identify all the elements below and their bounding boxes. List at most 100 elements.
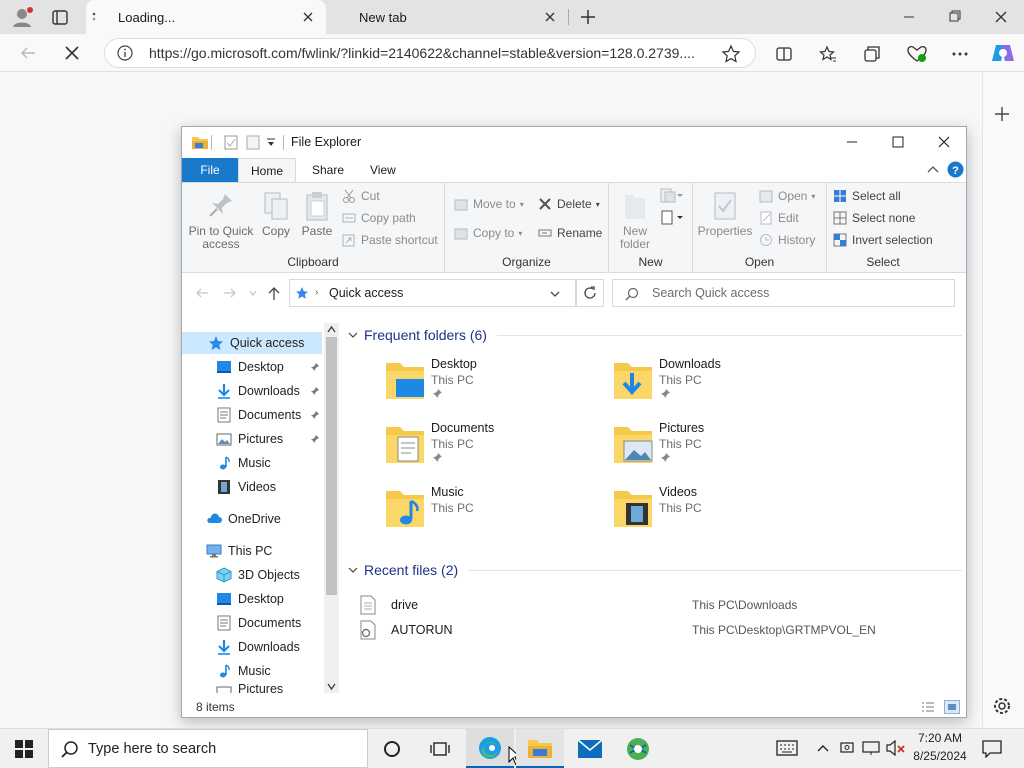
up-arrow-icon[interactable] [266, 285, 282, 301]
clock-date[interactable]: 8/25/2024 [906, 749, 974, 763]
refresh-button[interactable] [576, 279, 604, 307]
nav-qa-pictures[interactable]: Pictures [182, 428, 322, 450]
nav-qa-desktop[interactable]: Desktop [182, 356, 322, 378]
tab-share[interactable]: Share [298, 158, 358, 182]
paste-button[interactable]: Paste [299, 191, 335, 238]
select-all-button[interactable]: Select all [833, 189, 901, 203]
nav-qa-documents[interactable]: Documents [182, 404, 322, 426]
split-screen-icon[interactable] [774, 44, 794, 64]
nav-pc-documents[interactable]: Documents [182, 612, 322, 634]
move-to-button[interactable]: Move to ▾ [454, 197, 524, 211]
nav-pc-downloads[interactable]: Downloads [182, 636, 322, 658]
folder-tile-music[interactable]: Music This PC [384, 483, 604, 539]
cut-button[interactable]: Cut [342, 189, 380, 203]
nav-qa-downloads[interactable]: Downloads [182, 380, 322, 402]
site-info-icon[interactable] [117, 45, 133, 61]
scroll-up-arrow-icon[interactable] [327, 325, 336, 334]
url-text[interactable]: https://go.microsoft.com/fwlink/?linkid=… [149, 45, 695, 61]
tab-new-tab[interactable]: New tab [330, 0, 568, 34]
back-arrow-icon[interactable] [194, 285, 210, 301]
nav-this-pc[interactable]: This PC [182, 540, 322, 562]
network-icon[interactable] [862, 740, 880, 756]
start-button[interactable] [0, 729, 48, 768]
pin-to-quick-access-button[interactable]: Pin to Quick access [188, 191, 254, 251]
restore-button[interactable] [944, 7, 966, 27]
details-view-icon[interactable] [921, 701, 935, 713]
address-history-chevron-icon[interactable] [549, 289, 561, 299]
scroll-thumb[interactable] [326, 337, 337, 595]
tab-actions-icon[interactable] [50, 8, 70, 28]
back-button[interactable] [18, 43, 38, 63]
sidebar-settings-icon[interactable] [992, 696, 1012, 716]
properties-button[interactable]: Properties [695, 191, 755, 238]
qat-new-folder-icon[interactable] [246, 135, 260, 150]
close-window-button[interactable] [990, 7, 1012, 27]
history-button[interactable]: History [759, 233, 815, 247]
large-icons-view-icon[interactable] [944, 700, 960, 714]
breadcrumb-quick-access[interactable]: Quick access [329, 286, 403, 300]
new-folder-button[interactable]: New folder [615, 191, 655, 251]
open-button[interactable]: Open ▾ [759, 189, 815, 203]
tray-device-icon[interactable] [839, 740, 855, 756]
nav-qa-music[interactable]: Music [182, 452, 322, 474]
nav-scrollbar[interactable] [324, 323, 339, 693]
folder-tile-videos[interactable]: Videos This PC [612, 483, 832, 539]
copilot-icon[interactable] [990, 41, 1016, 65]
tab-view[interactable]: View [356, 158, 410, 182]
explorer-maximize-button[interactable] [888, 133, 908, 151]
recent-files-header[interactable]: Recent files (2) [348, 560, 962, 580]
cortana-button[interactable] [368, 729, 416, 768]
folder-tile-desktop[interactable]: Desktop This PC [384, 355, 604, 411]
invert-selection-button[interactable]: Invert selection [833, 233, 933, 247]
collections-icon[interactable] [862, 44, 882, 64]
nav-quick-access[interactable]: Quick access [182, 332, 322, 354]
explorer-address-bar[interactable]: › Quick access [289, 279, 576, 307]
frequent-folders-header[interactable]: Frequent folders (6) [348, 325, 962, 345]
explorer-search-box[interactable]: Search Quick access [612, 279, 955, 307]
favorite-star-icon[interactable] [721, 44, 741, 64]
nav-qa-videos[interactable]: Videos [182, 476, 322, 498]
folder-tile-pictures[interactable]: Pictures This PC [612, 419, 832, 475]
qat-customize-chevron-icon[interactable] [266, 138, 276, 148]
qat-properties-icon[interactable] [224, 135, 238, 150]
tab-file[interactable]: File [182, 158, 238, 182]
nav-onedrive[interactable]: OneDrive [182, 508, 322, 530]
notifications-icon[interactable] [982, 740, 1002, 758]
volume-muted-icon[interactable] [886, 740, 906, 756]
recent-file-row[interactable]: AUTORUN This PC\Desktop\GRTMPVOL_EN [360, 619, 937, 641]
add-sidebar-app-icon[interactable] [992, 104, 1012, 124]
minimize-button[interactable] [898, 7, 920, 27]
recent-file-row[interactable]: drive This PC\Downloads [360, 594, 937, 616]
collapse-ribbon-icon[interactable] [927, 164, 939, 174]
nav-pc-desktop[interactable]: Desktop [182, 588, 322, 610]
explorer-minimize-button[interactable] [842, 133, 862, 151]
new-item-icon[interactable] [659, 187, 683, 205]
select-none-button[interactable]: Select none [833, 211, 915, 225]
more-options-icon[interactable] [950, 44, 970, 64]
task-view-button[interactable] [416, 729, 464, 768]
copy-to-button[interactable]: Copy to ▾ [454, 226, 522, 240]
paste-shortcut-button[interactable]: Paste shortcut [342, 233, 438, 247]
close-tab-icon[interactable] [538, 5, 562, 29]
show-hidden-icons-chevron[interactable] [816, 742, 830, 754]
clock-time[interactable]: 7:20 AM [910, 731, 970, 745]
close-tab-icon[interactable] [296, 5, 320, 29]
easy-access-icon[interactable] [659, 209, 683, 227]
copy-button[interactable]: Copy [258, 191, 294, 238]
breadcrumb-chevron-icon[interactable]: › [315, 287, 318, 298]
tab-loading[interactable]: Loading... [86, 0, 326, 34]
tab-home[interactable]: Home [238, 158, 296, 182]
folder-tile-downloads[interactable]: Downloads This PC [612, 355, 832, 411]
taskbar-edge-button[interactable] [466, 729, 514, 768]
nav-pc-3d-objects[interactable]: 3D Objects [182, 564, 322, 586]
rename-button[interactable]: Rename [538, 226, 602, 240]
browser-essentials-icon[interactable] [906, 44, 928, 64]
favorites-icon[interactable] [818, 44, 838, 64]
explorer-close-button[interactable] [934, 133, 954, 151]
edit-button[interactable]: Edit [759, 211, 799, 225]
forward-arrow-icon[interactable] [222, 285, 238, 301]
taskbar-search-box[interactable]: Type here to search [48, 729, 368, 768]
taskbar-file-explorer-button[interactable] [516, 729, 564, 768]
new-tab-button[interactable] [578, 7, 598, 27]
folder-tile-documents[interactable]: Documents This PC [384, 419, 604, 475]
